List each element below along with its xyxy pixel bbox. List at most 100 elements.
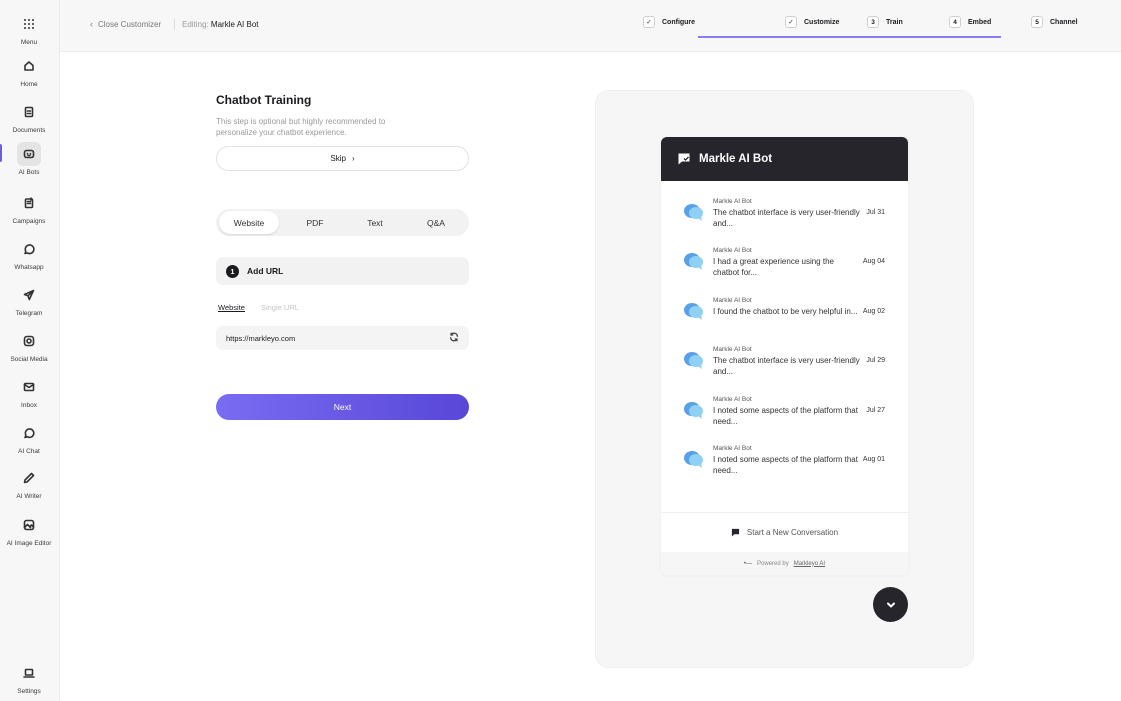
sidebar: Menu Home Documents AI Bots Campaigns Wh…: [0, 0, 60, 701]
message-sender: Markle AI Bot: [713, 396, 752, 403]
sidebar-item-label: AI Writer: [16, 493, 42, 500]
tab-text[interactable]: Text: [345, 211, 405, 234]
sidebar-item-campaigns[interactable]: Campaigns: [0, 191, 58, 225]
widget-toggle-button[interactable]: [873, 587, 908, 622]
new-conversation-button[interactable]: Start a New Conversation: [661, 512, 908, 552]
step-label: Configure: [662, 18, 696, 26]
message-preview: I found the chatbot to be very helpful i…: [713, 307, 858, 316]
message-date: Aug 04: [862, 258, 885, 265]
sidebar-item-label: AI Chat: [18, 448, 40, 455]
close-customizer-button[interactable]: ‹ Close Customizer: [90, 19, 161, 29]
sidebar-item-label: AI Image Editor: [6, 540, 52, 547]
message-date: Aug 01: [862, 456, 885, 463]
step-progress-bar: [698, 36, 1001, 38]
document-icon: [17, 100, 41, 124]
tab-website[interactable]: Website: [219, 211, 279, 234]
message-date: Aug 02: [862, 308, 885, 315]
sidebar-item-ai-image-editor[interactable]: AI Image Editor: [0, 513, 58, 547]
message-preview: The chatbot interface is very user-frien…: [713, 356, 860, 376]
home-icon: [17, 54, 41, 78]
chevron-down-icon: [886, 602, 895, 607]
sidebar-item-label: Inbox: [21, 402, 37, 409]
sidebar-item-whatsapp[interactable]: Whatsapp: [0, 237, 58, 271]
whatsapp-icon: [17, 237, 41, 261]
skip-label: Skip: [330, 154, 346, 163]
chevron-right-icon: ›: [351, 154, 355, 163]
message-date: Jul 31: [866, 209, 885, 216]
step-embed[interactable]: 4 Embed: [949, 16, 991, 28]
conversation-item[interactable]: Markle AI Bot The chatbot interface is v…: [683, 346, 885, 386]
chat-flag-icon: [731, 528, 740, 537]
step-label: Channel: [1050, 18, 1078, 26]
sidebar-item-home[interactable]: Home: [0, 54, 58, 88]
chevron-left-icon: ‹: [90, 19, 93, 29]
bot-avatar-icon: [684, 352, 703, 369]
check-icon: ✓: [785, 16, 797, 28]
conversation-item[interactable]: Markle AI Bot I noted some aspects of th…: [683, 445, 885, 485]
sidebar-item-label: Settings: [17, 688, 41, 695]
message-sender: Markle AI Bot: [713, 297, 752, 304]
message-preview: The chatbot interface is very user-frien…: [713, 208, 860, 228]
chat-icon: [17, 421, 41, 445]
step-channel[interactable]: 5 Channel: [1031, 16, 1078, 28]
mail-icon: [17, 375, 41, 399]
message-date: Jul 29: [866, 357, 885, 364]
powered-by: •— Powered by Markleyo AI: [661, 552, 908, 575]
subtab-single-url[interactable]: Single URL: [261, 303, 299, 312]
sidebar-item-label: Campaigns: [12, 218, 46, 225]
grid-icon: [17, 12, 41, 36]
editing-prefix: Editing:: [182, 20, 209, 29]
sidebar-item-social-media[interactable]: Social Media: [0, 329, 58, 363]
conversation-item[interactable]: Markle AI Bot I had a great experience u…: [683, 247, 885, 287]
header-divider: [174, 19, 175, 30]
bot-avatar-icon: [684, 303, 703, 320]
sidebar-item-ai-writer[interactable]: AI Writer: [0, 466, 58, 500]
instagram-icon: [17, 329, 41, 353]
campaign-icon: [17, 191, 41, 215]
sidebar-item-documents[interactable]: Documents: [0, 100, 58, 134]
next-button[interactable]: Next: [216, 394, 469, 420]
page-description: This step is optional but highly recomme…: [216, 117, 386, 137]
new-conversation-label: Start a New Conversation: [746, 528, 839, 537]
chat-bubble-icon: [678, 153, 690, 165]
skip-button[interactable]: Skip ›: [216, 146, 469, 171]
sidebar-item-ai-chat[interactable]: AI Chat: [0, 421, 58, 455]
message-sender: Markle AI Bot: [713, 247, 752, 254]
step-configure[interactable]: ✓ Configure: [643, 16, 695, 28]
step-number: 4: [949, 16, 961, 28]
conversation-item[interactable]: Markle AI Bot I noted some aspects of th…: [683, 396, 885, 436]
url-input[interactable]: https://markleyo.com: [216, 326, 469, 350]
sidebar-item-label: Menu: [20, 39, 38, 46]
powered-link[interactable]: Markleyo AI: [794, 561, 825, 567]
sidebar-item-inbox[interactable]: Inbox: [0, 375, 58, 409]
conversation-item[interactable]: Markle AI Bot The chatbot interface is v…: [683, 198, 885, 238]
chat-widget-preview: Markle AI Bot Markle AI Bot The chatbot …: [661, 137, 908, 575]
source-tabs: Website PDF Text Q&A: [216, 209, 469, 236]
tab-pdf[interactable]: PDF: [285, 211, 345, 234]
sidebar-item-telegram[interactable]: Telegram: [0, 283, 58, 317]
subtab-website[interactable]: Website: [218, 303, 245, 312]
tab-qa[interactable]: Q&A: [405, 211, 467, 234]
sidebar-item-menu[interactable]: Menu: [0, 12, 58, 46]
widget-bot-name: Markle AI Bot: [699, 153, 773, 165]
sidebar-item-ai-bots[interactable]: AI Bots: [0, 142, 58, 176]
step-train[interactable]: 3 Train: [867, 16, 903, 28]
refresh-icon[interactable]: [449, 332, 459, 344]
sidebar-item-label: AI Bots: [18, 169, 40, 176]
sidebar-item-settings[interactable]: Settings: [0, 661, 58, 695]
bot-avatar-icon: [684, 402, 703, 419]
add-url-label: Add URL: [247, 266, 284, 276]
sidebar-item-label: Telegram: [15, 310, 43, 317]
brand-mark-icon: •—: [743, 560, 753, 567]
check-icon: ✓: [643, 16, 655, 28]
editing-breadcrumb: Editing: Markle AI Bot: [182, 20, 259, 29]
bot-icon: [17, 142, 41, 166]
pen-icon: [17, 466, 41, 490]
message-sender: Markle AI Bot: [713, 346, 752, 353]
message-preview: I had a great experience using the chatb…: [713, 257, 834, 277]
page-title: Chatbot Training: [216, 93, 312, 107]
step-customize[interactable]: ✓ Customize: [785, 16, 839, 28]
conversation-item[interactable]: Markle AI Bot I found the chatbot to be …: [683, 297, 885, 337]
message-preview: I noted some aspects of the platform tha…: [713, 406, 858, 426]
bot-avatar-icon: [684, 204, 703, 221]
